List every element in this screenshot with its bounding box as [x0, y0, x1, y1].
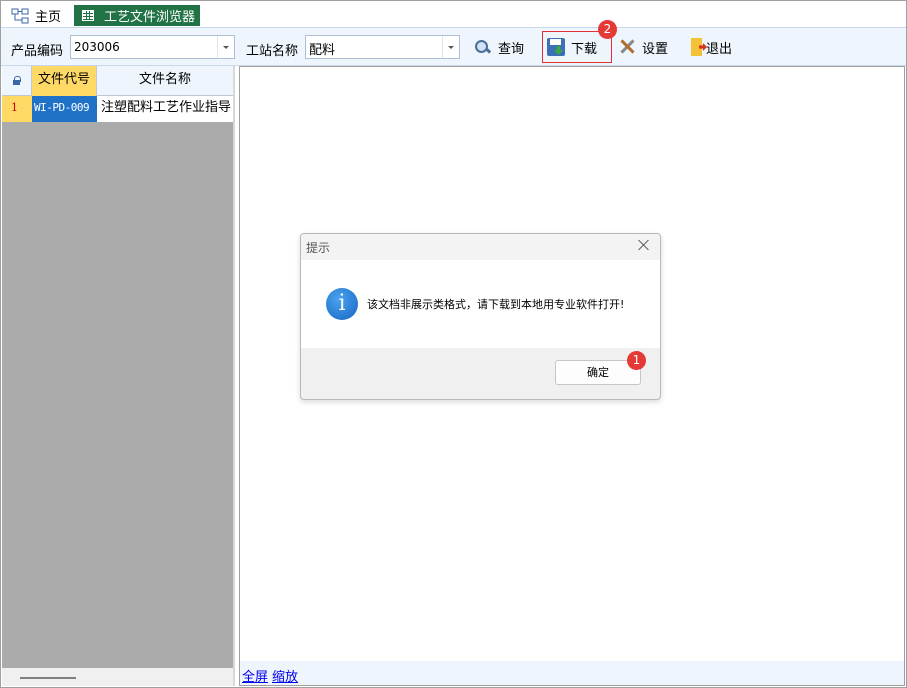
station-name-value: 配料 [309, 43, 336, 58]
column-header-file-name[interactable]: 文件名称 [97, 66, 233, 96]
tab-home[interactable]: 主页 [11, 5, 71, 26]
station-name-label: 工站名称 [246, 44, 299, 59]
tab-bar: 主页 工艺文件浏览器 [1, 1, 906, 27]
chevron-down-icon[interactable] [442, 36, 459, 58]
search-icon [474, 38, 492, 56]
tab-home-label: 主页 [35, 10, 62, 25]
dialog-title-bar: 提示 [301, 234, 660, 260]
close-icon[interactable] [637, 238, 651, 252]
table-row[interactable]: 1 WI-PD-009 注塑配料工艺作业指导 [2, 96, 233, 122]
exit-button-label: 退出 [706, 41, 733, 57]
row-number: 1 [2, 96, 32, 122]
scrollbar-thumb[interactable] [20, 677, 76, 679]
zoom-link[interactable]: 缩放 [272, 666, 298, 685]
step-badge-download: 2 [598, 20, 617, 39]
dialog-title: 提示 [306, 241, 331, 255]
product-code-combo[interactable]: 203006 [70, 35, 235, 59]
settings-button-label: 设置 [642, 41, 669, 57]
file-code-cell[interactable]: WI-PD-009 [32, 96, 97, 122]
query-button-label: 查询 [498, 41, 525, 57]
station-name-combo[interactable]: 配料 [305, 35, 460, 59]
table-icon [82, 10, 94, 21]
dialog-message: 该文档非展示类格式，请下载到本地用专业软件打开! [367, 298, 625, 311]
grid-header: 文件代号 文件名称 [2, 66, 233, 96]
fullscreen-link[interactable]: 全屏 [242, 666, 268, 685]
exit-button[interactable]: 退出 [689, 33, 732, 61]
tools-icon [618, 38, 636, 56]
download-button-label: 下载 [571, 41, 598, 57]
exit-icon [691, 38, 702, 56]
file-grid: 文件代号 文件名称 1 WI-PD-009 注塑配料工艺作业指导 [2, 66, 235, 686]
step-badge-ok: 1 [627, 351, 646, 370]
chevron-down-icon[interactable] [217, 36, 234, 58]
settings-button[interactable]: 设置 [618, 33, 668, 61]
tab-browser-label: 工艺文件浏览器 [104, 10, 196, 25]
column-header-file-code[interactable]: 文件代号 [32, 66, 97, 96]
query-button[interactable]: 查询 [474, 33, 524, 61]
sitemap-icon [11, 8, 29, 24]
horizontal-scrollbar[interactable] [2, 668, 233, 686]
tab-process-file-browser[interactable]: 工艺文件浏览器 [74, 5, 200, 26]
info-icon: i [326, 288, 358, 320]
alert-dialog: 提示 i 该文档非展示类格式，请下载到本地用专业软件打开! 确定 [300, 233, 661, 400]
viewer-footer: 全屏 缩放 [240, 661, 904, 685]
product-code-label: 产品编码 [11, 44, 64, 59]
product-code-value: 203006 [74, 40, 120, 54]
dialog-body: i 该文档非展示类格式，请下载到本地用专业软件打开! [301, 260, 660, 348]
toolbar: 产品编码 203006 工站名称 配料 查询 下载 设置 退出 [1, 27, 906, 66]
lock-icon[interactable] [2, 66, 32, 96]
download-icon [547, 38, 565, 56]
file-name-cell[interactable]: 注塑配料工艺作业指导 [97, 96, 233, 122]
